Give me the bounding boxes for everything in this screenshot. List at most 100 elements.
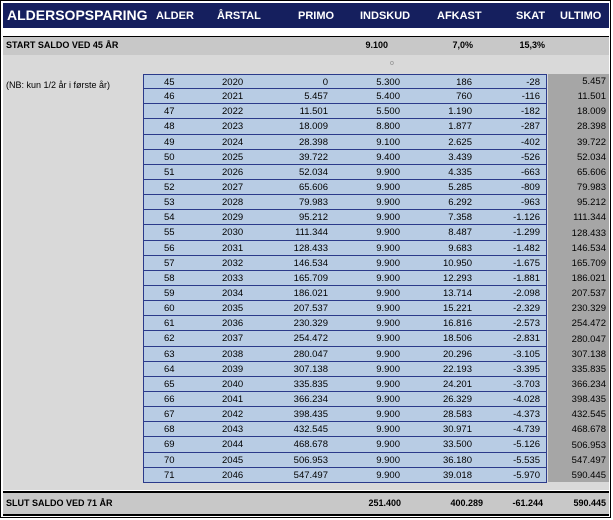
cell-afkast[interactable]: 12.293: [409, 273, 472, 284]
cell-skat[interactable]: -182: [474, 106, 540, 117]
cell-indskud[interactable]: 9.900: [344, 258, 400, 269]
cell-ultimo[interactable]: 65.606: [548, 167, 606, 178]
cell-indskud[interactable]: 9.900: [344, 212, 400, 223]
slut-afkast[interactable]: 400.289: [413, 498, 483, 508]
cell-aarstal[interactable]: 2030: [222, 227, 262, 238]
cell-alder[interactable]: 51: [164, 167, 194, 178]
cell-primo[interactable]: 506.953: [264, 455, 328, 466]
cell-alder[interactable]: 62: [164, 333, 194, 344]
cell-afkast[interactable]: 30.971: [409, 424, 472, 435]
cell-skat[interactable]: -4.028: [474, 394, 540, 405]
cell-ultimo[interactable]: 111.344: [548, 212, 606, 223]
cell-indskud[interactable]: 9.100: [344, 137, 400, 148]
cell-primo[interactable]: 28.398: [264, 137, 328, 148]
cell-indskud[interactable]: 9.900: [344, 349, 400, 360]
cell-skat[interactable]: -1.881: [474, 273, 540, 284]
cell-alder[interactable]: 70: [164, 455, 194, 466]
cell-ultimo[interactable]: 230.329: [548, 303, 606, 314]
cell-primo[interactable]: 0: [264, 77, 328, 88]
cell-afkast[interactable]: 186: [409, 77, 472, 88]
cell-skat[interactable]: -3.395: [474, 364, 540, 375]
cell-alder[interactable]: 68: [164, 424, 194, 435]
cell-indskud[interactable]: 9.900: [344, 227, 400, 238]
cell-afkast[interactable]: 28.583: [409, 409, 472, 420]
cell-aarstal[interactable]: 2021: [222, 91, 262, 102]
cell-ultimo[interactable]: 146.534: [548, 243, 606, 254]
cell-alder[interactable]: 47: [164, 106, 194, 117]
cell-ultimo[interactable]: 468.678: [548, 424, 606, 435]
cell-primo[interactable]: 111.344: [264, 227, 328, 238]
cell-primo[interactable]: 52.034: [264, 167, 328, 178]
cell-indskud[interactable]: 9.900: [344, 455, 400, 466]
cell-aarstal[interactable]: 2041: [222, 394, 262, 405]
cell-indskud[interactable]: 9.900: [344, 409, 400, 420]
cell-indskud[interactable]: 9.900: [344, 243, 400, 254]
cell-alder[interactable]: 58: [164, 273, 194, 284]
cell-skat[interactable]: -5.126: [474, 439, 540, 450]
cell-aarstal[interactable]: 2027: [222, 182, 262, 193]
cell-skat[interactable]: -526: [474, 152, 540, 163]
cell-ultimo[interactable]: 52.034: [548, 152, 606, 163]
cell-aarstal[interactable]: 2024: [222, 137, 262, 148]
cell-skat[interactable]: -3.703: [474, 379, 540, 390]
cell-primo[interactable]: 11.501: [264, 106, 328, 117]
cell-aarstal[interactable]: 2029: [222, 212, 262, 223]
cell-ultimo[interactable]: 254.472: [548, 318, 606, 329]
cell-afkast[interactable]: 7.358: [409, 212, 472, 223]
cell-ultimo[interactable]: 307.138: [548, 349, 606, 360]
cell-aarstal[interactable]: 2031: [222, 243, 262, 254]
cell-afkast[interactable]: 13.714: [409, 288, 472, 299]
cell-indskud[interactable]: 9.900: [344, 470, 400, 481]
cell-afkast[interactable]: 22.193: [409, 364, 472, 375]
cell-primo[interactable]: 207.537: [264, 303, 328, 314]
cell-afkast[interactable]: 15.221: [409, 303, 472, 314]
cell-alder[interactable]: 65: [164, 379, 194, 390]
cell-ultimo[interactable]: 28.398: [548, 121, 606, 132]
cell-ultimo[interactable]: 398.435: [548, 394, 606, 405]
start-skat[interactable]: 15,3%: [483, 40, 545, 50]
cell-primo[interactable]: 307.138: [264, 364, 328, 375]
cell-indskud[interactable]: 9.900: [344, 167, 400, 178]
cell-primo[interactable]: 186.021: [264, 288, 328, 299]
cell-alder[interactable]: 69: [164, 439, 194, 450]
cell-ultimo[interactable]: 335.835: [548, 364, 606, 375]
cell-skat[interactable]: -5.970: [474, 470, 540, 481]
cell-primo[interactable]: 280.047: [264, 349, 328, 360]
start-indskud[interactable]: 9.100: [333, 40, 388, 50]
cell-skat[interactable]: -287: [474, 121, 540, 132]
cell-alder[interactable]: 60: [164, 303, 194, 314]
cell-primo[interactable]: 128.433: [264, 243, 328, 254]
cell-alder[interactable]: 63: [164, 349, 194, 360]
cell-afkast[interactable]: 3.439: [409, 152, 472, 163]
cell-ultimo[interactable]: 432.545: [548, 409, 606, 420]
cell-ultimo[interactable]: 128.433: [548, 228, 606, 239]
cell-aarstal[interactable]: 2022: [222, 106, 262, 117]
cell-primo[interactable]: 95.212: [264, 212, 328, 223]
cell-indskud[interactable]: 8.800: [344, 121, 400, 132]
cell-alder[interactable]: 49: [164, 137, 194, 148]
cell-afkast[interactable]: 20.296: [409, 349, 472, 360]
cell-alder[interactable]: 55: [164, 227, 194, 238]
cell-afkast[interactable]: 26.329: [409, 394, 472, 405]
cell-indskud[interactable]: 9.900: [344, 288, 400, 299]
cell-alder[interactable]: 50: [164, 152, 194, 163]
cell-alder[interactable]: 56: [164, 243, 194, 254]
cell-skat[interactable]: -1.482: [474, 243, 540, 254]
cell-aarstal[interactable]: 2025: [222, 152, 262, 163]
cell-ultimo[interactable]: 590.445: [548, 470, 606, 481]
cell-primo[interactable]: 254.472: [264, 333, 328, 344]
cell-aarstal[interactable]: 2042: [222, 409, 262, 420]
cell-indskud[interactable]: 9.900: [344, 273, 400, 284]
cell-indskud[interactable]: 9.900: [344, 333, 400, 344]
cell-skat[interactable]: -4.739: [474, 424, 540, 435]
cell-indskud[interactable]: 5.400: [344, 91, 400, 102]
cell-skat[interactable]: -963: [474, 197, 540, 208]
cell-primo[interactable]: 18.009: [264, 121, 328, 132]
cell-afkast[interactable]: 39.018: [409, 470, 472, 481]
cell-aarstal[interactable]: 2035: [222, 303, 262, 314]
cell-indskud[interactable]: 9.900: [344, 303, 400, 314]
cell-aarstal[interactable]: 2039: [222, 364, 262, 375]
cell-afkast[interactable]: 33.500: [409, 439, 472, 450]
cell-aarstal[interactable]: 2045: [222, 455, 262, 466]
cell-skat[interactable]: -1.675: [474, 258, 540, 269]
